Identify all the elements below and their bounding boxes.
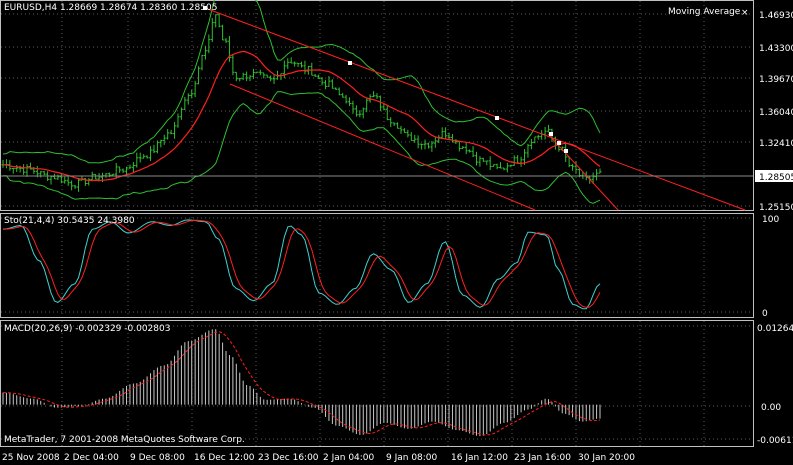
sto-header: Sto(21,4,4) 30.5435 24.3980 [4,216,135,226]
upper-band-line [2,0,601,164]
moving-average-line [2,50,601,182]
channel-anchor-point [348,61,352,65]
sto-tick: 100 [762,215,779,225]
price-tick: 1.43300 [759,44,793,54]
channel-upper-line [204,7,746,211]
sto-panel-frame [0,213,754,318]
channel-anchor-point [549,132,553,136]
time-tick: 2 Dec 04:00 [64,453,119,463]
price-axis: 1.46930 1.43300 1.39670 1.36040 1.32410 … [759,11,793,213]
macd-axis: 0.012649 0.00 -0.006115 [757,324,793,446]
channel-anchor-point [564,149,568,153]
time-tick: 23 Dec 16:00 [258,453,319,463]
moving-average-tag[interactable]: Moving Average [668,7,741,17]
macd-panel-frame [0,320,754,447]
time-tick: 16 Dec 12:00 [194,453,255,463]
price-tick: 1.32410 [759,139,793,149]
macd-header: MACD(20,26,9) -0.002329 -0.002803 [4,324,170,334]
last-price-label: 1.28505 [759,173,793,183]
time-tick: 9 Jan 08:00 [386,453,438,463]
channel-inner-line [547,133,619,211]
lower-band-line [2,91,601,204]
time-tick: 16 Jan 12:00 [451,453,508,463]
stoch-main-line [2,219,601,310]
time-tick: 23 Jan 16:00 [514,453,571,463]
price-tick: 1.39670 [759,75,793,85]
price-tick: 1.25150 [759,203,793,213]
time-tick: 9 Dec 08:00 [130,453,185,463]
trading-chart[interactable]: EURUSD,H4 1.28669 1.28674 1.28360 1.2850… [0,0,793,465]
time-tick: 25 Nov 2008 [2,453,60,463]
copyright-label: MetaTrader, 7 2001-2008 MetaQuotes Softw… [4,435,245,445]
main-header: EURUSD,H4 1.28669 1.28674 1.28360 1.2850… [4,3,217,13]
sto-axis: 100 0 [762,215,779,319]
time-tick: 30 Jan 20:00 [578,453,635,463]
time-axis: 25 Nov 2008 2 Dec 04:00 9 Dec 08:00 16 D… [2,453,635,463]
time-tick: 2 Jan 04:00 [323,453,375,463]
price-tick: 1.36040 [759,108,793,118]
macd-tick: 0.00 [761,403,781,413]
channel-anchor-point [495,116,499,120]
macd-tick: 0.012649 [757,324,793,334]
channel-anchor-point [557,141,561,145]
price-tick: 1.46930 [759,11,793,21]
stochastic-series [2,219,601,310]
macd-tick: -0.006115 [757,436,793,446]
sto-tick: 0 [762,309,768,319]
stoch-signal-line [2,219,601,308]
macd-series [2,329,601,437]
close-icon[interactable]: × [741,8,749,18]
